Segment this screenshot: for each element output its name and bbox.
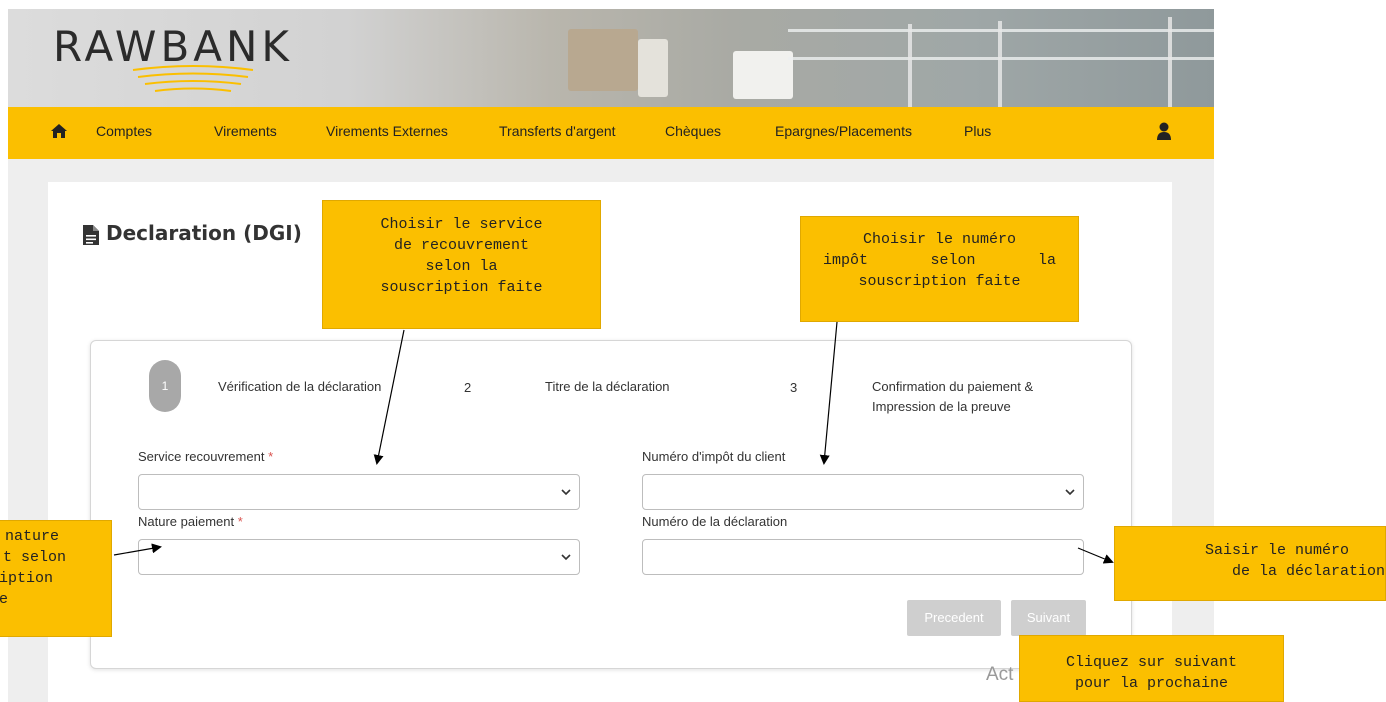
step-2-number: 2 [464,380,472,395]
service-select[interactable] [138,474,580,510]
step-1-label: Vérification de la déclaration [218,379,382,394]
page-title: Declaration (DGI) [106,221,302,245]
nature-label: Nature paiement * [138,514,243,529]
suivant-button[interactable]: Suivant [1011,600,1086,636]
impot-label: Numéro d'impôt du client [642,449,786,464]
callout-line: Cliquez sur suivant [1065,654,1238,671]
main-navbar: Comptes Virements Virements Externes Tra… [8,107,1214,159]
callout-line: selon la [425,258,498,275]
callout-line: Choisir le numéro [862,231,1017,248]
impot-select[interactable] [642,474,1084,510]
nav-virements-externes[interactable]: Virements Externes [326,123,448,139]
step-3-number: 3 [790,380,798,395]
precedent-button[interactable]: Precedent [907,600,1001,636]
activation-watermark: Act [986,664,1014,685]
nature-label-text: Nature paiement [138,514,235,529]
callout-service: Choisir le service de recouvrement selon… [322,200,601,329]
service-label: Service recouvrement * [138,449,273,464]
nav-plus[interactable]: Plus [964,123,991,139]
callout-line: souscription faite [858,273,1021,290]
callout-line: de recouvrement [393,237,530,254]
declaration-label: Numéro de la déclaration [642,514,788,529]
callout-line: souscription faite [380,279,543,296]
banner-decor [638,39,668,97]
callout-line: e [0,589,111,610]
callout-impot: Choisir le numéro impôt selon la souscri… [800,216,1079,322]
banner-decor [908,24,912,107]
callout-line: Choisir le service [380,216,543,233]
service-label-text: Service recouvrement [138,449,265,464]
logo-swoosh-icon [132,65,254,92]
declaration-input[interactable] [642,539,1084,575]
chevron-down-icon [1065,489,1075,496]
chevron-down-icon [561,489,571,496]
user-icon[interactable] [1156,121,1172,141]
banner-decor [1168,17,1172,107]
callout-declaration: Saisir le numéro de la déclaration [1114,526,1386,601]
callout-line: iption [0,570,54,587]
chevron-down-icon [561,554,571,561]
callout-suivant: Cliquez sur suivant pour la prochaine [1019,635,1284,702]
callout-nature: nature t selon iption e [0,520,112,637]
required-mark: * [268,449,274,464]
banner-decor [568,29,638,91]
nav-virements[interactable]: Virements [214,123,277,139]
step-2-label: Titre de la déclaration [545,379,670,394]
nature-select[interactable] [138,539,580,575]
nav-cheques[interactable]: Chèques [665,123,721,139]
callout-line: nature [5,528,60,545]
callout-line: de la déclaration [1231,563,1385,580]
nav-epargnes[interactable]: Epargnes/Placements [775,123,912,139]
banner-decor [998,21,1002,107]
banner-decor [733,51,793,99]
step-3-label-line1: Confirmation du paiement & [872,379,1034,394]
callout-line: t selon [3,549,67,566]
nav-comptes[interactable]: Comptes [96,123,152,139]
nav-transferts[interactable]: Transferts d'argent [499,123,616,139]
callout-line: impôt selon la [823,252,1056,269]
header-banner: RAWBANK [8,9,1214,107]
home-icon[interactable] [50,122,68,140]
step-1-indicator: 1 [149,360,181,412]
required-mark: * [237,514,243,529]
callout-line: Saisir le numéro [1204,542,1349,559]
step-3-label-line2: Impression de la preuve [872,399,1011,414]
callout-line: pour la prochaine [1074,675,1229,692]
